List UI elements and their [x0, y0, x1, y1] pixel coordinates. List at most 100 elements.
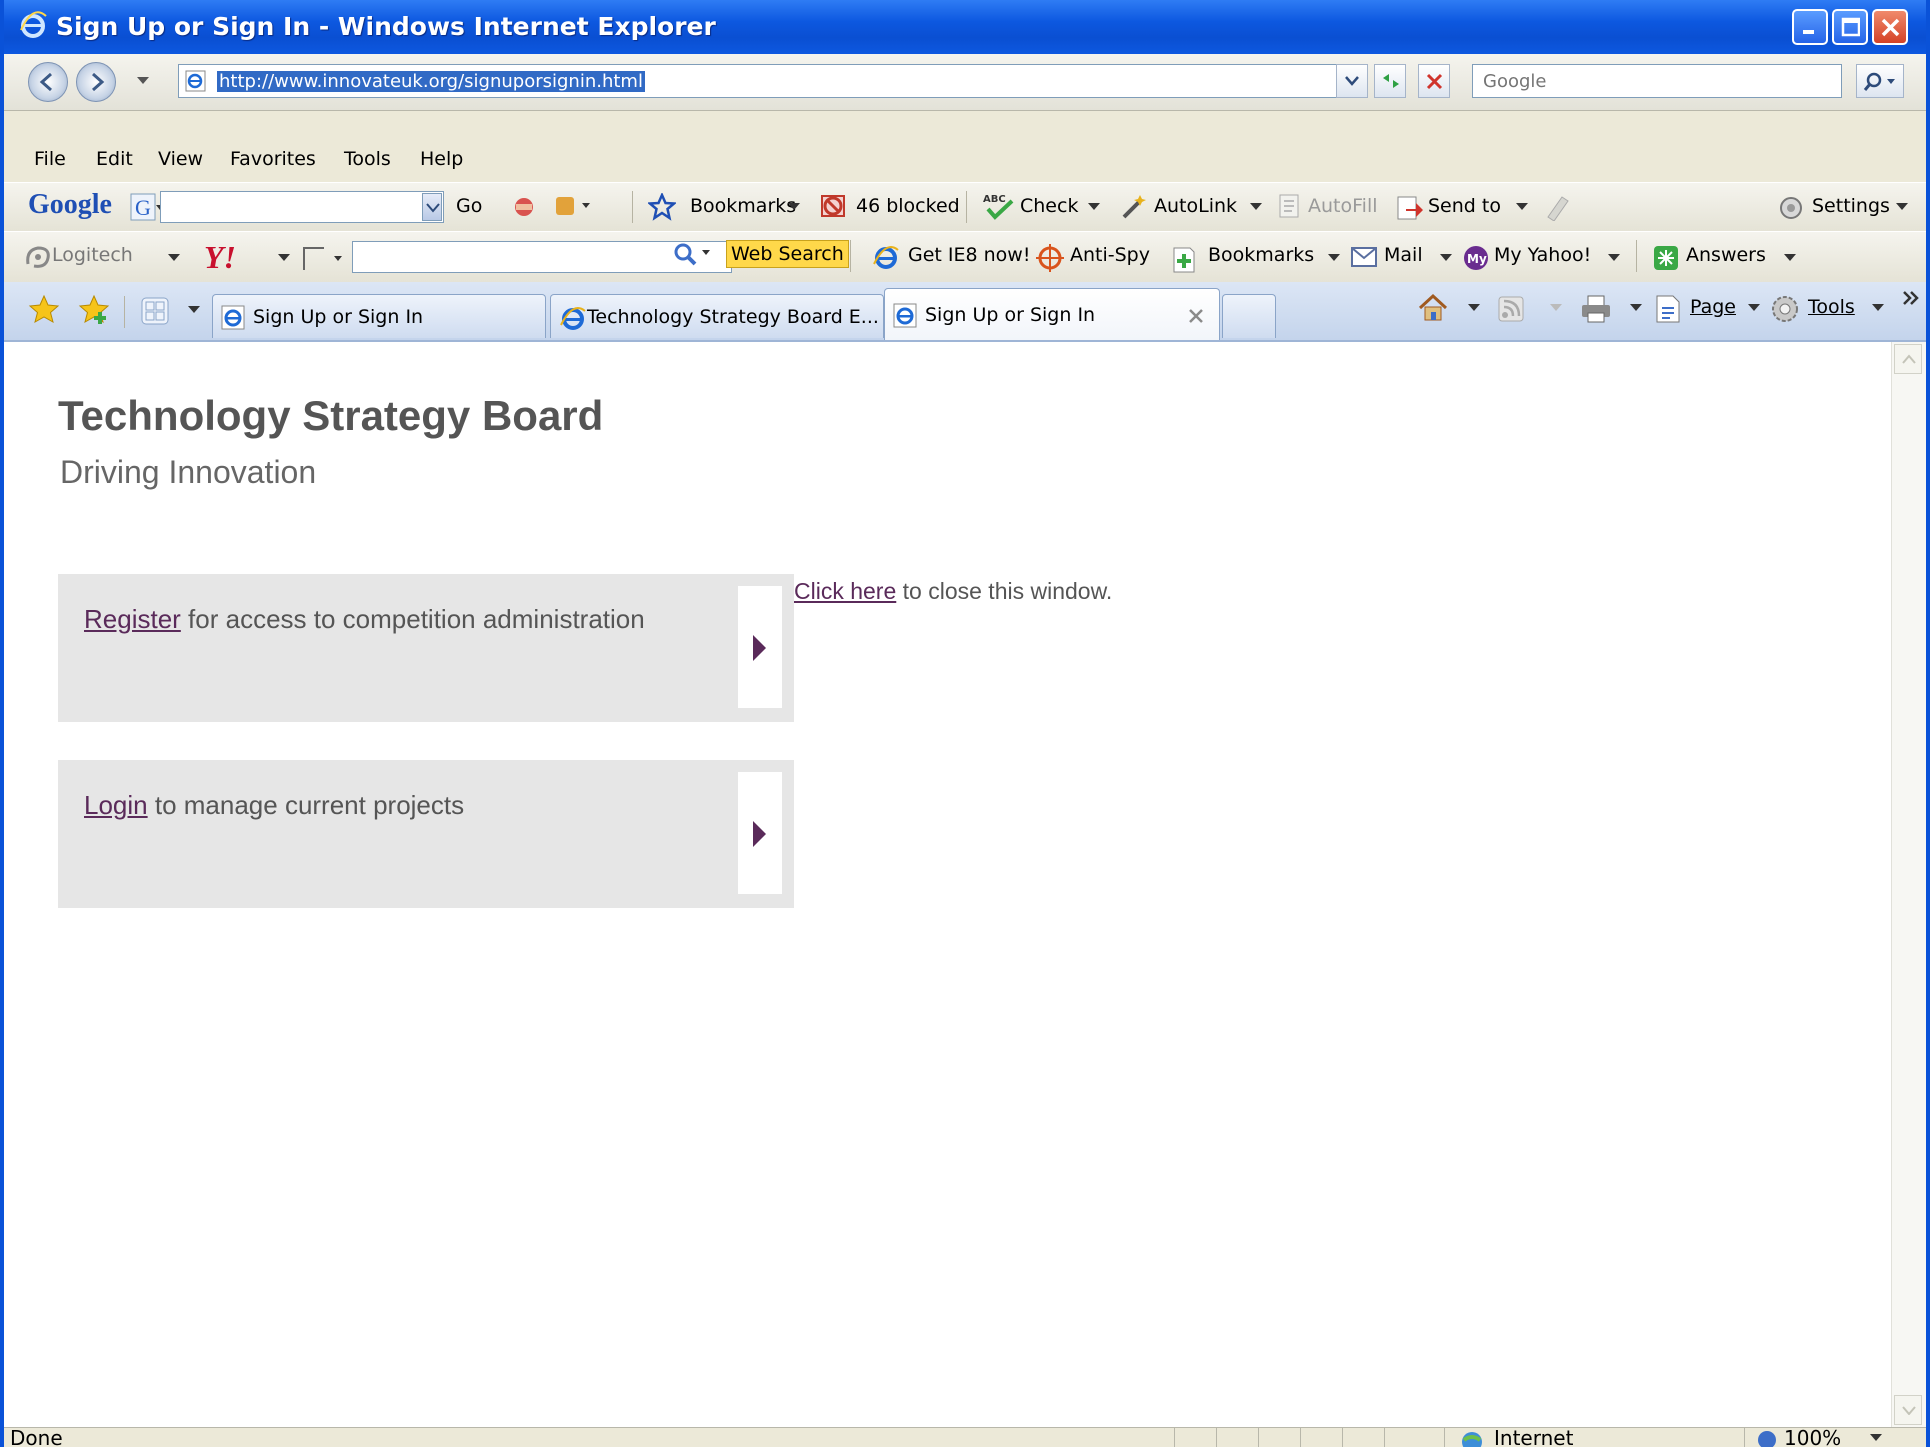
chevron-down-icon[interactable] [1250, 203, 1262, 213]
yahoo-logo-icon[interactable]: Y! [204, 242, 264, 274]
chevron-down-icon[interactable] [278, 254, 290, 264]
menu-file[interactable]: File [34, 148, 66, 170]
login-arrow-button[interactable] [738, 772, 782, 894]
pagerank-icon[interactable] [504, 195, 544, 219]
autofill-icon [1279, 194, 1299, 218]
zoom-level[interactable]: 100% [1784, 1428, 1841, 1447]
autolink-button[interactable]: AutoLink [1154, 195, 1237, 217]
page-content: Technology Strategy Board Driving Innova… [4, 342, 1926, 1427]
register-card[interactable]: Register for access to competition admin… [58, 574, 794, 722]
chevron-down-icon[interactable] [1748, 304, 1760, 314]
toolbar-divider [850, 240, 851, 272]
google-go-button[interactable]: Go [456, 195, 482, 217]
chevron-down-icon[interactable] [1608, 254, 1620, 264]
logitech-button[interactable]: Logitech [52, 244, 133, 266]
chevron-down-icon[interactable] [1468, 304, 1480, 314]
chevron-down-icon[interactable] [1630, 304, 1642, 314]
mail-button[interactable]: Mail [1384, 244, 1423, 266]
close-window-link[interactable]: Click here [794, 578, 896, 604]
register-link[interactable]: Register [84, 604, 181, 634]
menu-edit[interactable]: Edit [96, 148, 133, 170]
google-g-button-icon[interactable]: G [130, 193, 164, 223]
stop-button[interactable] [1418, 64, 1450, 98]
home-icon[interactable] [1416, 292, 1450, 322]
status-divider [1384, 1428, 1385, 1447]
page-menu-button[interactable]: Page [1690, 296, 1736, 318]
login-description: to manage current projects [147, 790, 465, 820]
scroll-up-button[interactable] [1894, 344, 1922, 374]
security-zone[interactable]: Internet [1494, 1428, 1573, 1447]
address-dropdown-button[interactable] [1336, 64, 1368, 98]
chevron-down-icon[interactable] [1896, 203, 1908, 213]
chevron-down-icon[interactable] [788, 203, 800, 213]
menu-view[interactable]: View [158, 148, 203, 170]
close-window-text: to close this window. [896, 578, 1113, 604]
get-ie8-button[interactable]: Get IE8 now! [908, 244, 1030, 266]
title-bar[interactable]: Sign Up or Sign In - Windows Internet Ex… [4, 0, 1926, 54]
google-logo[interactable]: Google [28, 189, 112, 221]
yahoo-bookmarks-button[interactable]: Bookmarks [1208, 244, 1314, 266]
maximize-icon [1841, 17, 1860, 37]
register-arrow-button[interactable] [738, 586, 782, 708]
chevron-down-icon[interactable] [1088, 203, 1100, 213]
address-field[interactable]: http://www.innovateuk.org/signuporsignin… [178, 64, 1338, 98]
search-button[interactable] [1856, 64, 1904, 98]
close-tab-icon[interactable] [1187, 307, 1205, 325]
favorites-center-star-icon[interactable] [28, 294, 60, 326]
tab-sign-up-active[interactable]: Sign Up or Sign In [884, 288, 1220, 340]
chevron-down-icon[interactable] [1550, 304, 1562, 314]
browser-window: Sign Up or Sign In - Windows Internet Ex… [0, 0, 1930, 1447]
vertical-scrollbar[interactable] [1891, 342, 1926, 1427]
google-search-input[interactable] [160, 191, 444, 223]
quick-tabs-icon[interactable] [140, 296, 170, 326]
chevron-down-icon[interactable] [1784, 254, 1796, 264]
menu-favorites[interactable]: Favorites [230, 148, 316, 170]
login-card[interactable]: Login to manage current projects [58, 760, 794, 908]
search-icon[interactable] [672, 242, 712, 270]
back-button[interactable] [28, 62, 68, 102]
spellcheck-button[interactable]: Check [1020, 195, 1078, 217]
menu-tools[interactable]: Tools [344, 148, 391, 170]
google-bookmarks-button[interactable]: Bookmarks [690, 195, 796, 217]
url-text[interactable]: http://www.innovateuk.org/signuporsignin… [217, 71, 645, 92]
search-box[interactable] [1472, 64, 1842, 98]
rss-feed-icon[interactable] [1498, 296, 1524, 322]
menu-help[interactable]: Help [420, 148, 463, 170]
popups-blocked-count[interactable]: 46 blocked [856, 195, 960, 217]
toolbar-overflow-icon[interactable] [1902, 290, 1920, 306]
search-input[interactable] [1473, 65, 1841, 97]
login-link[interactable]: Login [84, 790, 148, 820]
close-window-button[interactable] [1872, 9, 1908, 45]
chevron-down-icon[interactable] [1516, 203, 1528, 213]
web-search-button[interactable]: Web Search [726, 240, 849, 268]
autofill-button[interactable]: AutoFill [1308, 195, 1378, 217]
add-favorite-icon[interactable] [78, 294, 110, 326]
chevron-down-icon[interactable] [168, 254, 180, 264]
tab-sign-up-1[interactable]: Sign Up or Sign In [212, 294, 546, 338]
tab-list-dropdown-icon[interactable] [188, 306, 200, 316]
chevron-down-icon[interactable] [1872, 304, 1884, 314]
forward-button[interactable] [76, 62, 116, 102]
send-to-button[interactable]: Send to [1428, 195, 1501, 217]
recent-pages-dropdown-icon[interactable] [136, 76, 150, 86]
refresh-button[interactable] [1374, 64, 1406, 98]
chevron-down-icon[interactable] [1440, 254, 1452, 264]
search-type-icon[interactable] [300, 244, 348, 272]
status-text: Done [10, 1427, 63, 1447]
new-tab-button[interactable] [1222, 294, 1276, 338]
answers-button[interactable]: Answers [1686, 244, 1766, 266]
my-yahoo-button[interactable]: My Yahoo! [1494, 244, 1591, 266]
chevron-down-icon[interactable] [1328, 254, 1340, 264]
toolbar-options-icon[interactable] [554, 193, 594, 219]
anti-spy-button[interactable]: Anti-Spy [1070, 244, 1150, 266]
scroll-down-button[interactable] [1894, 1395, 1922, 1425]
print-icon[interactable] [1580, 294, 1612, 324]
page-menu-icon [1656, 295, 1680, 323]
chevron-down-icon[interactable] [1870, 1434, 1882, 1444]
tab-technology-strategy-board[interactable]: Technology Strategy Board E... [550, 294, 884, 338]
google-settings-button[interactable]: Settings [1812, 195, 1890, 217]
tools-menu-button[interactable]: Tools [1808, 296, 1855, 318]
minimize-button[interactable] [1792, 9, 1828, 45]
google-search-dropdown[interactable] [422, 193, 442, 221]
maximize-button[interactable] [1832, 9, 1868, 45]
